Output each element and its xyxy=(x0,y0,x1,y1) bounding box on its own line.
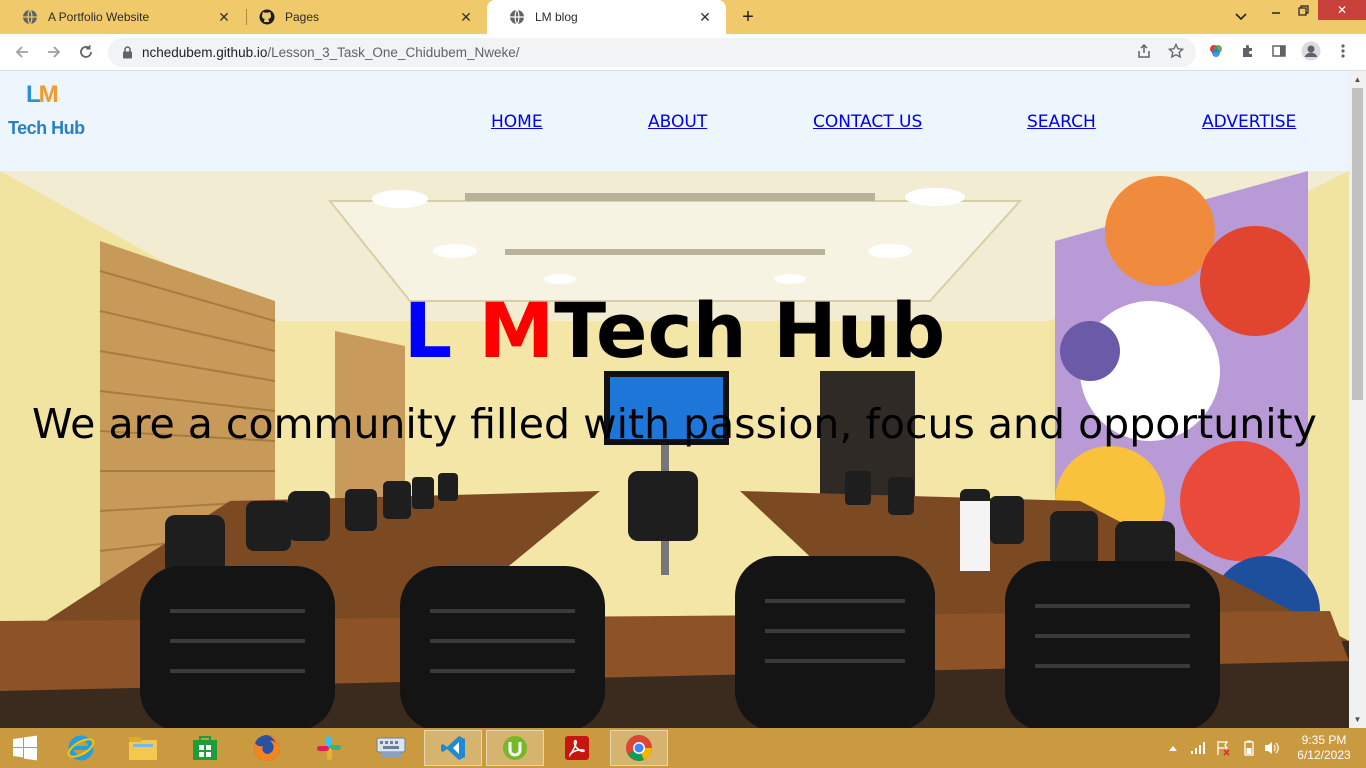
kebab-menu-icon[interactable] xyxy=(1332,40,1354,62)
nav-about-link[interactable]: ABOUT xyxy=(648,112,707,132)
tab-pages[interactable]: Pages ✕ xyxy=(237,0,487,34)
hero-title-rest: Tech Hub xyxy=(554,286,946,375)
tab-title: A Portfolio Website xyxy=(48,10,150,24)
tab-close-icon[interactable]: ✕ xyxy=(457,8,475,26)
restore-button[interactable] xyxy=(1293,0,1313,20)
nav-advertise-link[interactable]: ADVERTISE xyxy=(1202,112,1296,132)
logo-text: Tech Hub xyxy=(8,118,85,138)
battery-icon[interactable] xyxy=(1244,728,1254,768)
system-clock[interactable]: 9:35 PM 6/12/2023 xyxy=(1294,733,1354,763)
hero-title: L MTech Hub xyxy=(0,293,1349,369)
hero-background-image xyxy=(0,171,1349,728)
logo-mark-m: M xyxy=(38,81,59,108)
globe-icon xyxy=(509,9,525,25)
scrollbar-thumb[interactable] xyxy=(1352,88,1363,400)
profile-avatar-icon[interactable] xyxy=(1300,40,1322,62)
hero-title-l: L xyxy=(403,286,453,375)
globe-icon xyxy=(22,9,38,25)
network-signal-icon[interactable] xyxy=(1190,728,1208,768)
url-host: nchedubem.github.io xyxy=(142,45,268,60)
tab-close-icon[interactable]: ✕ xyxy=(696,8,714,26)
back-icon[interactable] xyxy=(10,40,34,64)
hero-section: L MTech Hub We are a community filled wi… xyxy=(0,171,1349,728)
reload-icon[interactable] xyxy=(74,40,98,64)
extensions-puzzle-icon[interactable] xyxy=(1237,40,1259,62)
windows-taskbar xyxy=(0,728,1366,768)
page-viewport: LM Tech Hub HOME ABOUT CONTACT US SEARCH… xyxy=(0,71,1349,728)
github-icon xyxy=(259,9,275,25)
tab-close-icon[interactable]: ✕ xyxy=(215,8,233,26)
scroll-up-icon[interactable]: ▲ xyxy=(1349,71,1366,88)
start-icon[interactable] xyxy=(0,730,50,766)
tab-lm-blog[interactable]: LM blog ✕ xyxy=(487,0,726,34)
keyboard-icon[interactable] xyxy=(362,730,420,766)
hero-subtitle: We are a community filled with passion, … xyxy=(32,400,1317,448)
page-scrollbar[interactable]: ▲ ▼ xyxy=(1349,71,1366,728)
volume-icon[interactable] xyxy=(1263,728,1281,768)
action-center-flag-icon[interactable] xyxy=(1215,728,1231,768)
vscode-icon[interactable] xyxy=(424,730,482,766)
share-icon[interactable] xyxy=(1133,40,1155,62)
site-logo[interactable]: LM Tech Hub xyxy=(8,81,85,143)
scroll-down-icon[interactable]: ▼ xyxy=(1349,711,1366,728)
new-tab-button[interactable]: + xyxy=(736,5,760,29)
clock-time: 9:35 PM xyxy=(1301,733,1347,747)
tab-portfolio[interactable]: A Portfolio Website ✕ xyxy=(0,0,245,34)
forward-icon[interactable] xyxy=(42,40,66,64)
url-path: /Lesson_3_Task_One_Chidubem_Nweke/ xyxy=(267,45,520,60)
logo-mark: LM xyxy=(26,81,59,109)
side-panel-icon[interactable] xyxy=(1268,40,1290,62)
internet-explorer-icon[interactable] xyxy=(52,730,110,766)
logo-mark-l: L xyxy=(26,81,41,108)
file-explorer-icon[interactable] xyxy=(114,730,172,766)
minimize-button[interactable] xyxy=(1266,0,1286,20)
lock-icon[interactable] xyxy=(122,46,134,60)
color-extension-icon[interactable] xyxy=(1205,40,1227,62)
store-icon[interactable] xyxy=(176,730,234,766)
browser-toolbar: nchedubem.github.io /Lesson_3_Task_One_C… xyxy=(0,34,1366,71)
nav-search-link[interactable]: SEARCH xyxy=(1027,112,1096,132)
firefox-icon[interactable] xyxy=(238,730,296,766)
tab-title: Pages xyxy=(285,10,320,24)
address-bar[interactable]: nchedubem.github.io /Lesson_3_Task_One_C… xyxy=(108,38,1196,67)
slack-icon[interactable] xyxy=(300,730,358,766)
chrome-icon[interactable] xyxy=(610,730,668,766)
utorrent-icon[interactable] xyxy=(486,730,544,766)
bookmark-star-icon[interactable] xyxy=(1165,40,1187,62)
tab-title: LM blog xyxy=(535,10,578,24)
hero-title-m: M xyxy=(478,286,555,375)
clock-date: 6/12/2023 xyxy=(1297,748,1351,762)
nav-home-link[interactable]: HOME xyxy=(491,112,543,132)
tab-search-icon[interactable] xyxy=(1228,0,1254,34)
tab-strip: A Portfolio Website ✕ Pages ✕ LM blog ✕ … xyxy=(0,0,1366,34)
site-header: LM Tech Hub HOME ABOUT CONTACT US SEARCH… xyxy=(0,71,1349,171)
tray-overflow-icon[interactable] xyxy=(1168,728,1178,768)
acrobat-icon[interactable] xyxy=(548,730,606,766)
close-window-button[interactable]: ✕ xyxy=(1318,0,1366,20)
nav-contact-link[interactable]: CONTACT US xyxy=(813,112,922,132)
